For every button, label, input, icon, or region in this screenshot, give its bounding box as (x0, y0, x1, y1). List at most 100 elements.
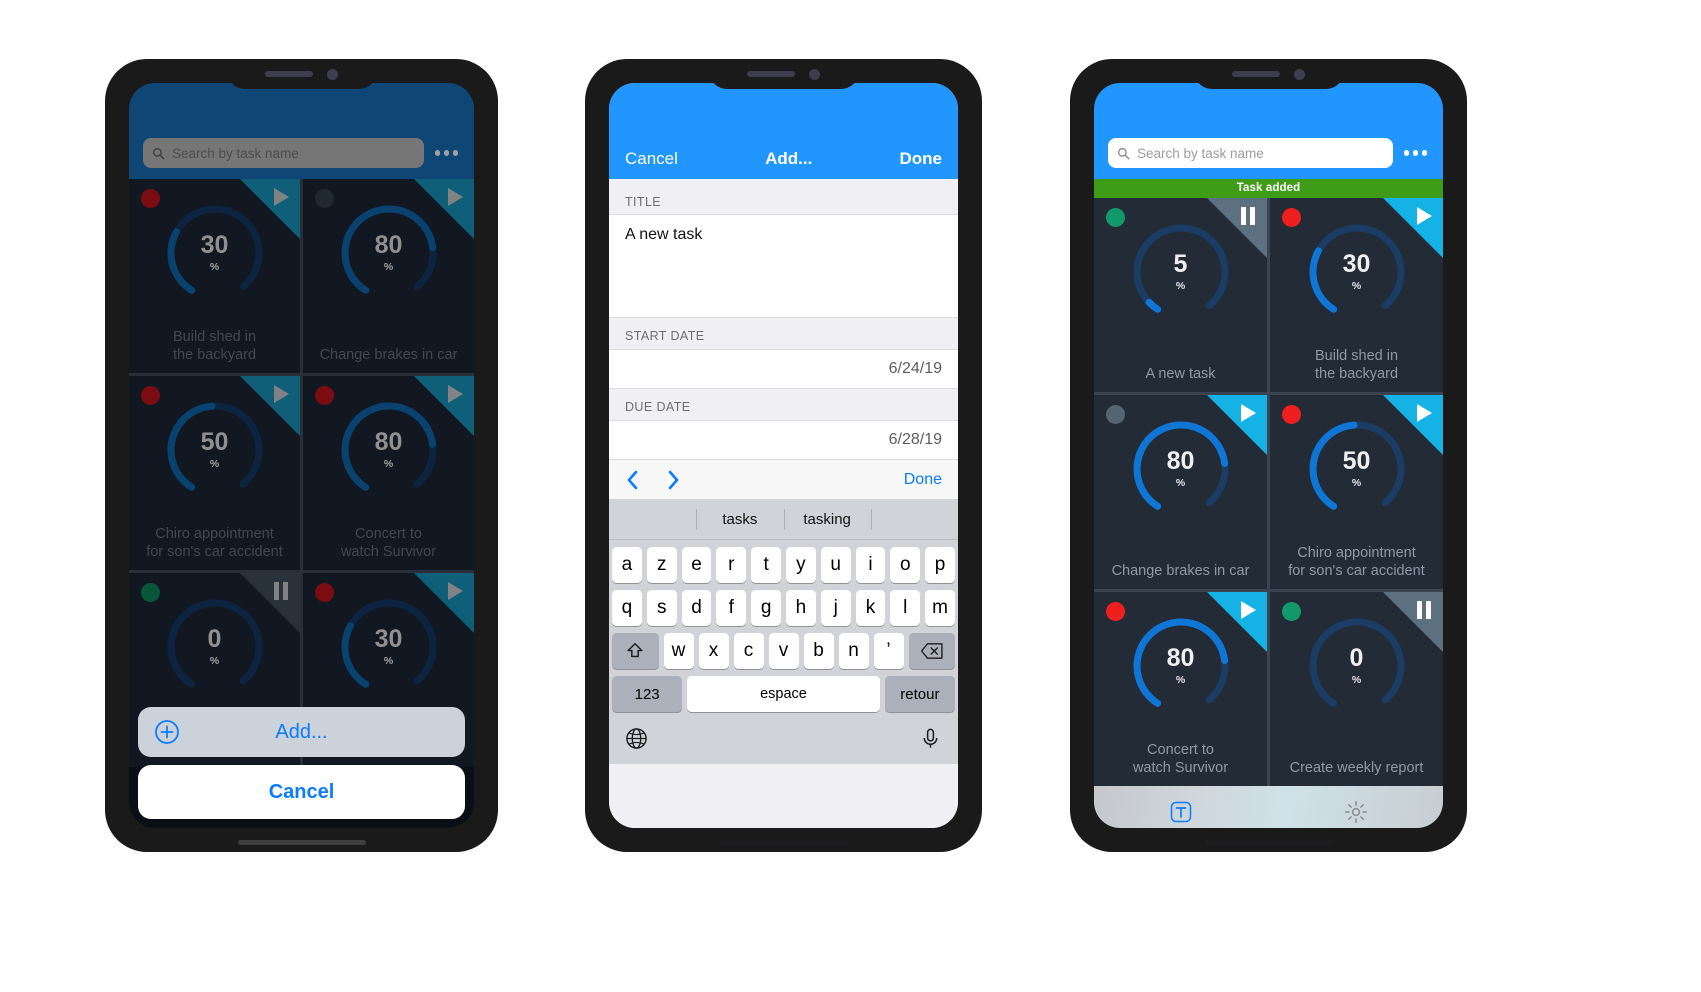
phone-3-screen: Search by task name Task added 5 % A new… (1094, 83, 1443, 828)
key[interactable]: s (646, 590, 677, 626)
cancel-button[interactable]: Cancel (138, 765, 465, 819)
key[interactable]: g (751, 590, 781, 626)
tab-settings[interactable]: Settings (1269, 786, 1444, 828)
pause-icon[interactable] (1415, 601, 1433, 619)
tab-settings-label: Settings (1335, 827, 1376, 829)
progress-gauge (1309, 421, 1404, 517)
return-key[interactable]: retour (884, 676, 955, 712)
chevron-right-icon[interactable] (666, 469, 681, 491)
search-input[interactable]: Search by task name (1108, 138, 1393, 168)
status-dot (1106, 602, 1125, 621)
play-icon[interactable] (1239, 404, 1257, 422)
key[interactable]: v (768, 633, 799, 669)
tab-tasks[interactable]: Tasks (1094, 786, 1269, 828)
phone-notch (226, 59, 377, 89)
key[interactable]: u (820, 547, 851, 583)
key[interactable]: z (646, 547, 677, 583)
globe-icon[interactable] (625, 727, 648, 750)
gear-icon (1344, 800, 1367, 823)
key[interactable]: p (925, 547, 955, 583)
prediction-item[interactable]: tasking (783, 500, 871, 539)
search-placeholder-text: Search by task name (1137, 145, 1264, 161)
key[interactable]: i (855, 547, 886, 583)
phone-2-screen: Cancel Add... Done TITLE A new task STAR… (609, 83, 958, 828)
home-indicator[interactable] (719, 840, 848, 845)
search-icon (1117, 147, 1130, 159)
speaker-grille (265, 71, 313, 77)
due-date-field[interactable]: 6/28/19 (609, 420, 958, 460)
shift-key[interactable] (612, 633, 659, 669)
key[interactable]: a (612, 547, 642, 583)
phone-2-add-task-form: Cancel Add... Done TITLE A new task STAR… (585, 59, 982, 852)
key[interactable]: j (820, 590, 851, 626)
key[interactable]: n (838, 633, 869, 669)
key[interactable]: y (786, 547, 816, 583)
task-card[interactable]: 80 % Change brakes in car (1094, 395, 1267, 589)
prediction-item[interactable]: tasks (696, 500, 783, 539)
keyboard-row-4: 123 espace retour (609, 676, 958, 712)
title-input[interactable]: A new task (609, 214, 958, 318)
play-icon[interactable] (1415, 404, 1433, 422)
task-card[interactable]: 80 % Concert to watch Survivor (1094, 592, 1267, 786)
task-card[interactable]: 5 % A new task (1094, 198, 1267, 392)
task-card[interactable]: 0 % Create weekly report (1270, 592, 1443, 786)
key[interactable]: f (716, 590, 747, 626)
play-icon[interactable] (1415, 207, 1433, 225)
chevron-left-icon[interactable] (625, 469, 640, 491)
add-button[interactable]: Add... (138, 707, 465, 757)
key[interactable]: m (925, 590, 955, 626)
accessory-done-button[interactable]: Done (904, 471, 942, 489)
cancel-button-label: Cancel (268, 780, 335, 803)
microphone-icon[interactable] (919, 727, 942, 750)
key[interactable]: b (803, 633, 834, 669)
space-key[interactable]: espace (687, 676, 880, 712)
form-title: Add... (765, 149, 813, 168)
key[interactable]: x (698, 633, 729, 669)
key[interactable]: c (733, 633, 764, 669)
task-label: Create weekly report (1289, 760, 1424, 777)
more-horizontal-icon[interactable] (1402, 150, 1430, 156)
action-sheet: Add... Cancel (138, 707, 465, 819)
prediction-item[interactable] (870, 500, 958, 539)
bottom-tab-bar: Tasks (1094, 786, 1443, 828)
form-cancel-button[interactable]: Cancel (625, 149, 678, 169)
keyboard-accessory-bar: Done (609, 460, 958, 500)
key[interactable]: l (890, 590, 921, 626)
progress-gauge (1133, 618, 1228, 714)
due-date-section-header: DUE DATE (609, 389, 958, 420)
task-label: Concert to watch Survivor (1132, 741, 1229, 777)
key[interactable]: h (786, 590, 816, 626)
key[interactable]: e (681, 547, 712, 583)
key[interactable]: o (890, 547, 921, 583)
key[interactable]: t (751, 547, 781, 583)
key[interactable]: w (663, 633, 694, 669)
keyboard-row-1: a z e r t y u i o p (609, 547, 958, 583)
backspace-key[interactable] (908, 633, 955, 669)
key[interactable]: q (612, 590, 642, 626)
front-camera (327, 68, 338, 80)
form-done-button[interactable]: Done (899, 149, 942, 169)
home-indicator[interactable] (1204, 840, 1333, 845)
task-card[interactable]: 30 % Build shed in the backyard (1270, 198, 1443, 392)
prediction-item[interactable] (609, 500, 696, 539)
start-date-field[interactable]: 6/24/19 (609, 349, 958, 389)
screenshot-stage: Search by task name 30 % Build shed in t… (0, 0, 1701, 992)
key[interactable]: ’ (873, 633, 904, 669)
progress-gauge (1309, 618, 1404, 714)
title-section-header: TITLE (609, 179, 958, 214)
form-navbar: Cancel Add... Done (609, 83, 958, 179)
form-body: TITLE A new task START DATE 6/24/19 DUE … (609, 179, 958, 828)
task-card[interactable]: 50 % Chiro appointment for son's car acci… (1270, 395, 1443, 589)
pause-icon[interactable] (1239, 207, 1257, 225)
progress-gauge (1133, 421, 1228, 517)
key[interactable]: d (681, 590, 712, 626)
numeric-key[interactable]: 123 (612, 676, 683, 712)
key[interactable]: k (855, 590, 886, 626)
keyboard-bottom-row (609, 712, 958, 758)
status-dot (1106, 208, 1125, 227)
home-indicator[interactable] (237, 840, 366, 845)
key[interactable]: r (716, 547, 747, 583)
task-label: A new task (1145, 366, 1216, 383)
play-icon[interactable] (1239, 601, 1257, 619)
task-label: Build shed in the backyard (1314, 347, 1399, 383)
